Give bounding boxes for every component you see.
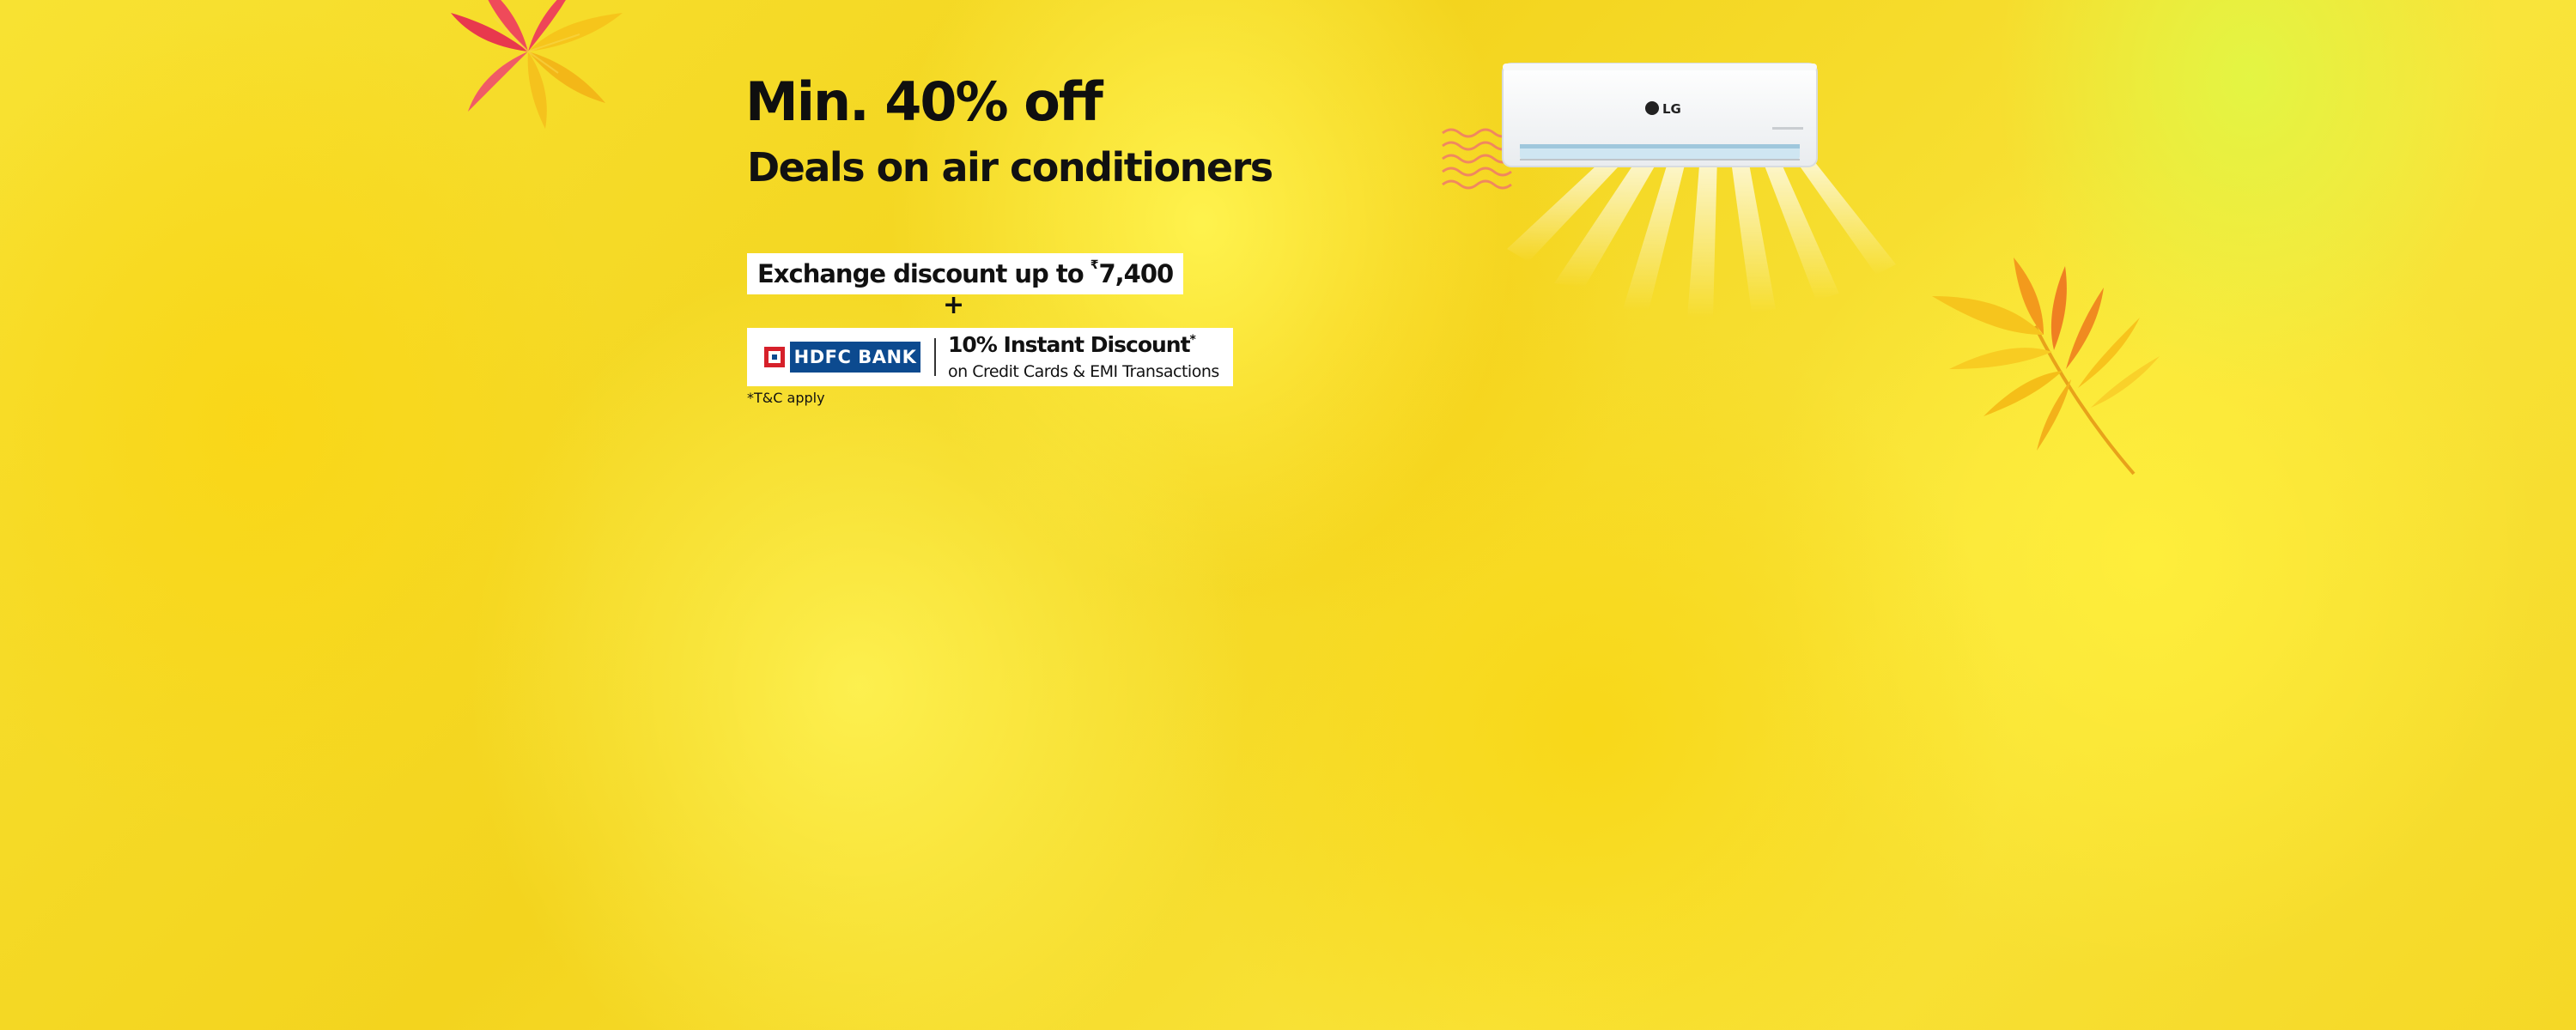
offer-divider — [934, 338, 936, 376]
tropical-leaf-icon — [451, 0, 623, 129]
heat-waves-icon — [1442, 128, 1512, 190]
lg-logo: LG — [1662, 101, 1681, 117]
instant-discount-title: 10% Instant Discount* — [948, 332, 1219, 361]
plus-sign: + — [943, 290, 965, 320]
exchange-offer-text: Exchange discount up to — [757, 259, 1084, 288]
headline: Min. 40% off — [745, 70, 1103, 133]
air-conditioner-icon: LG — [1442, 63, 1896, 318]
instant-discount-text: 10% Instant Discount — [948, 332, 1191, 357]
banner-background — [0, 0, 2576, 1030]
asterisk: * — [1189, 333, 1196, 347]
exchange-amount: 7,400 — [1098, 259, 1174, 288]
bank-offer-details: 10% Instant Discount* on Credit Cards & … — [948, 332, 1219, 382]
exchange-offer-badge: Exchange discount up to ₹ 7,400 — [747, 253, 1184, 294]
bank-name: HDFC BANK — [793, 347, 917, 367]
terms-and-conditions: *T&C apply — [747, 390, 825, 406]
subheadline: Deals on air conditioners — [747, 144, 1273, 191]
hdfc-bank-logo: HDFC BANK — [759, 342, 920, 373]
bank-offer-badge: HDFC BANK 10% Instant Discount* on Credi… — [747, 328, 1233, 386]
hdfc-logo-icon — [759, 342, 790, 373]
rupee-symbol: ₹ — [1090, 258, 1099, 272]
instant-discount-subtitle: on Credit Cards & EMI Transactions — [948, 362, 1219, 381]
